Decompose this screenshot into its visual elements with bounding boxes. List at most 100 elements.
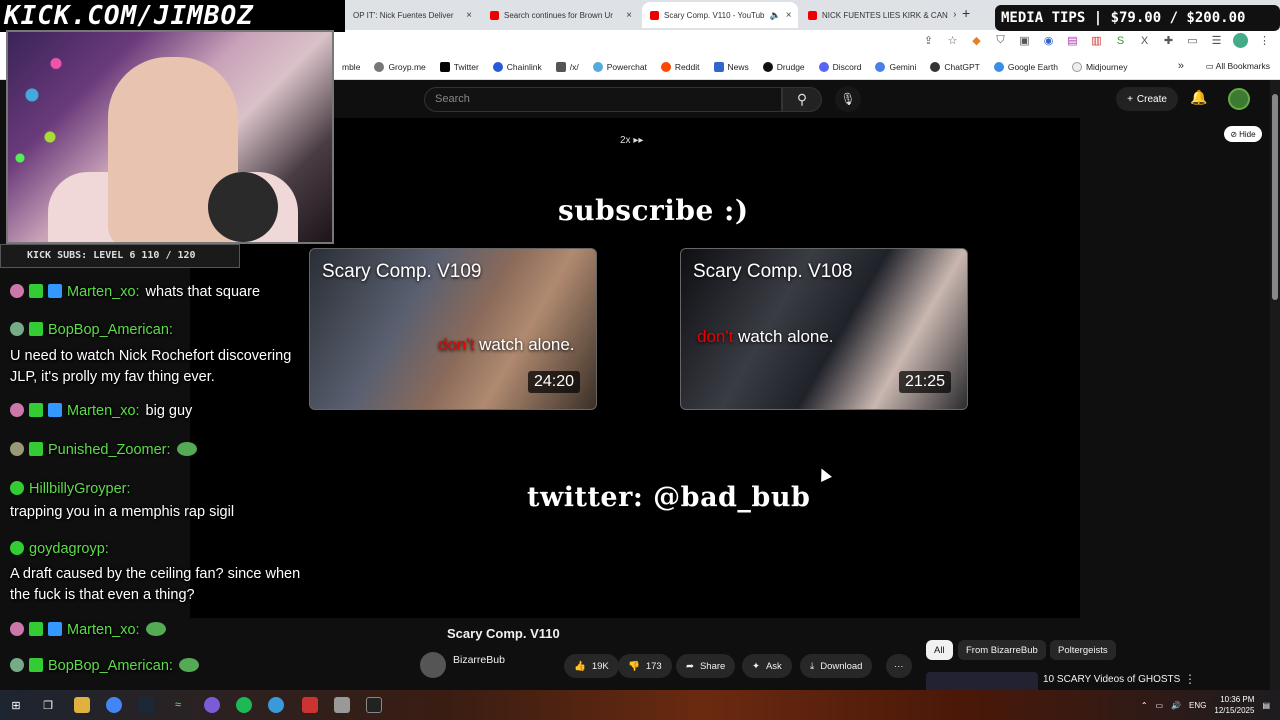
recommendation-title[interactable]: 10 SCARY Videos of GHOSTS: [1043, 674, 1180, 685]
bookmark-label: Reddit: [674, 61, 700, 72]
x-icon[interactable]: X: [1137, 33, 1152, 48]
bookmark[interactable]: Gemini: [875, 61, 917, 72]
bookmark[interactable]: Powerchat: [592, 61, 647, 72]
app-icon[interactable]: [302, 697, 318, 713]
app-icon[interactable]: [334, 697, 350, 713]
task-view-icon[interactable]: ❐: [40, 697, 56, 713]
bookmark[interactable]: Google Earth: [993, 61, 1058, 72]
chat-username[interactable]: Marten_xo:: [67, 284, 140, 300]
gemini-icon: [875, 61, 886, 72]
bookmark[interactable]: Midjourney: [1071, 61, 1128, 72]
bell-icon[interactable]: 🔔: [1190, 89, 1207, 106]
chat-username[interactable]: BopBop_American:: [48, 322, 173, 338]
voice-search-button[interactable]: 🎙: [835, 86, 861, 112]
profile-icon[interactable]: [1233, 33, 1248, 48]
bookmark[interactable]: ChatGPT: [930, 61, 980, 72]
download-button[interactable]: ⤓ Download: [800, 654, 873, 678]
close-icon[interactable]: ×: [466, 10, 472, 21]
chrome-icon[interactable]: [106, 697, 122, 713]
hide-button[interactable]: ⊘ Hide: [1224, 126, 1262, 142]
sidebar-icon[interactable]: ▭: [1185, 33, 1200, 48]
bookmark[interactable]: mble: [342, 62, 360, 72]
chat-message: Marten_xo: whats that square: [10, 284, 260, 300]
bookmark[interactable]: Chainlink: [492, 61, 542, 72]
tab-nick-fuentes-lies[interactable]: NICK FUENTES LIES KIRK & CAN ×: [800, 2, 956, 28]
all-bookmarks-button[interactable]: ▭ All Bookmarks: [1206, 61, 1270, 72]
channel-avatar[interactable]: [420, 652, 446, 678]
chat-username[interactable]: HillbillyGroyper:: [29, 481, 131, 497]
drudge-icon: [762, 61, 773, 72]
bookmark[interactable]: Groyp.me: [374, 61, 426, 72]
tab-search-continues[interactable]: Search continues for Brown Ur ×: [482, 2, 640, 28]
file-explorer-icon[interactable]: [74, 697, 90, 713]
search-input[interactable]: Search: [424, 87, 782, 112]
chat-username[interactable]: goydagroyp:: [29, 541, 109, 557]
bookmark[interactable]: /x/: [555, 61, 579, 72]
chat-username[interactable]: Marten_xo:: [67, 403, 140, 419]
chat-username[interactable]: Marten_xo:: [67, 622, 140, 638]
chip-all[interactable]: All: [926, 640, 953, 660]
like-button[interactable]: 👍 19K: [564, 654, 619, 678]
metamask-icon[interactable]: ◆: [969, 33, 984, 48]
extension-icon[interactable]: ▣: [1017, 33, 1032, 48]
chip-from-channel[interactable]: From BizarreBub: [958, 640, 1046, 660]
end-card-v108[interactable]: Scary Comp. V108 don't watch alone. 21:2…: [680, 248, 968, 410]
bookmarks-overflow-button[interactable]: »: [1178, 60, 1184, 72]
chevron-up-icon[interactable]: ⌃: [1141, 701, 1148, 710]
channel-name[interactable]: BizarreBub: [453, 654, 505, 666]
search-button[interactable]: ⚲: [782, 87, 822, 112]
chat-username[interactable]: BopBop_American:: [48, 658, 173, 674]
tab-scary-comp[interactable]: Scary Comp. V110 - YouTub 🔈 ×: [642, 2, 798, 28]
telegram-icon[interactable]: [268, 697, 284, 713]
ask-button[interactable]: ✦ Ask: [742, 654, 792, 678]
network-icon[interactable]: ▭: [1156, 701, 1164, 710]
sub-badge-icon: [29, 442, 43, 456]
end-card-v109[interactable]: Scary Comp. V109 don't watch alone. 24:2…: [309, 248, 597, 410]
avatar[interactable]: [1228, 88, 1250, 110]
epic-games-icon[interactable]: [366, 697, 382, 713]
chip-poltergeists[interactable]: Poltergeists: [1050, 640, 1116, 660]
bookmark[interactable]: Discord: [818, 61, 861, 72]
extension-icon[interactable]: ◉: [1041, 33, 1056, 48]
chat-message: BopBop_American:: [10, 658, 204, 674]
bookmark[interactable]: Reddit: [660, 61, 700, 72]
obs-icon[interactable]: [204, 697, 220, 713]
notification-icon[interactable]: ▤: [1262, 701, 1270, 710]
scrollbar-thumb[interactable]: [1272, 94, 1278, 300]
speaker-icon[interactable]: 🔈: [770, 10, 781, 21]
windows-start-icon[interactable]: ⊞: [8, 697, 24, 713]
steam-icon[interactable]: [138, 697, 154, 713]
create-button[interactable]: + Create: [1116, 87, 1178, 111]
language-indicator[interactable]: ENG: [1189, 701, 1206, 710]
close-icon[interactable]: ×: [626, 10, 632, 21]
terminal-icon[interactable]: ≈: [170, 697, 186, 713]
scrollbar[interactable]: [1270, 80, 1280, 690]
twitter-handle-text: twitter: @bad_bub: [527, 482, 811, 513]
close-icon[interactable]: ×: [786, 10, 792, 21]
clock[interactable]: 10:36 PM 12/15/2025: [1214, 694, 1254, 716]
chat-text: U need to watch Nick Rochefort discoveri…: [10, 348, 292, 385]
spotify-icon[interactable]: [236, 697, 252, 713]
install-icon[interactable]: ⇪: [921, 33, 936, 48]
volume-icon[interactable]: 🔊: [1171, 701, 1181, 710]
bookmark[interactable]: Drudge: [762, 61, 805, 72]
shield-icon[interactable]: ⛉: [993, 33, 1008, 48]
dislike-button[interactable]: 👎 173: [618, 654, 672, 678]
bookmark[interactable]: News: [713, 61, 749, 72]
more-actions-button[interactable]: ···: [886, 654, 912, 678]
share-button[interactable]: ➦ Share: [676, 654, 736, 678]
chat-username[interactable]: Punished_Zoomer:: [48, 442, 171, 458]
extension-icon[interactable]: ▤: [1065, 33, 1080, 48]
more-vert-icon[interactable]: ⋮: [1184, 672, 1196, 686]
close-icon[interactable]: ×: [953, 10, 956, 21]
puzzle-icon[interactable]: ✚: [1161, 33, 1176, 48]
tab-nick-fuentes[interactable]: OP IT': Nick Fuentes Deliver ×: [345, 2, 480, 28]
new-tab-button[interactable]: +: [962, 5, 970, 21]
extension-icon[interactable]: ▥: [1089, 33, 1104, 48]
extension-icon[interactable]: S: [1113, 33, 1128, 48]
bookmark[interactable]: Twitter: [439, 61, 479, 72]
tab-search-icon[interactable]: ☰: [1209, 33, 1224, 48]
star-icon[interactable]: ☆: [945, 33, 960, 48]
bookmark-label: Gemini: [889, 61, 917, 72]
menu-icon[interactable]: ⋮: [1257, 33, 1272, 48]
